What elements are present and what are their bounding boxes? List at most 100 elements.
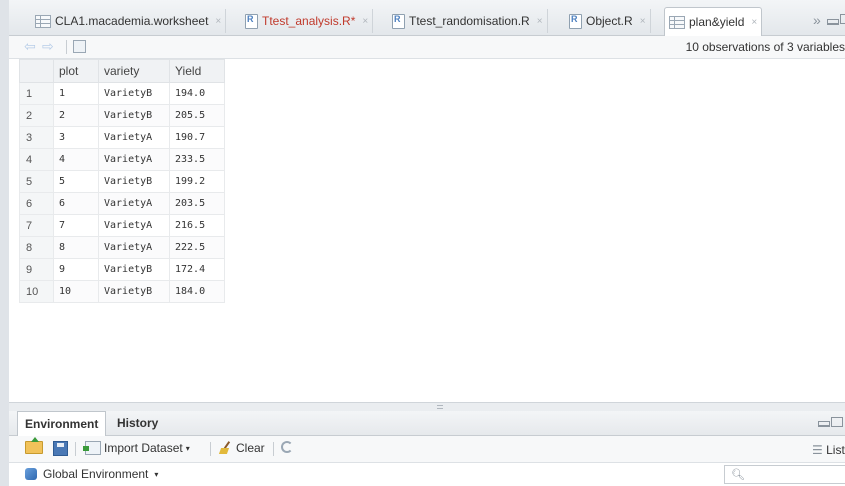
env-status-row: Global Environment ▾ 🔍︎ [9,463,845,486]
cell-plot: 10 [53,280,99,303]
close-icon[interactable]: × [215,16,221,27]
minimize-pane-icon[interactable] [818,421,830,427]
table-header-row: plot variety Yield [19,59,225,83]
row-index-cell: 7 [19,214,54,237]
cell-plot: 8 [53,236,99,259]
spreadsheet-icon [35,14,51,28]
row-index-header [19,59,54,83]
env-tab-bar: Environment History [9,411,845,436]
column-header-yield[interactable]: Yield [169,59,225,83]
splitter-grip-icon [437,405,443,409]
cell-variety: VarietyB [98,258,170,281]
back-arrow-icon[interactable]: ⇦ [24,38,36,55]
save-workspace-button[interactable] [53,441,68,456]
cell-variety: VarietyB [98,82,170,105]
cell-yield: 233.5 [169,148,225,171]
table-row: 6 6 VarietyA 203.5 [19,192,225,215]
row-index-cell: 3 [19,126,54,149]
refresh-button[interactable] [281,441,293,453]
popout-window-icon[interactable] [73,40,86,53]
environment-search-input[interactable]: 🔍︎ [724,465,845,484]
cell-plot: 6 [53,192,99,215]
tab-ttest-randomisation[interactable]: Ttest_randomisation.R × [388,9,548,33]
tab-ttest-analysis[interactable]: Ttest_analysis.R* × [241,9,374,33]
toolbar-divider [66,40,67,54]
maximize-pane-icon[interactable] [840,14,845,24]
load-workspace-button[interactable] [25,437,43,454]
clear-workspace-button[interactable]: Clear [219,441,265,455]
close-icon[interactable]: × [537,16,543,27]
minimize-pane-icon[interactable] [827,19,839,25]
cell-variety: VarietyA [98,148,170,171]
clear-label: Clear [236,441,265,455]
chevron-down-icon: ▾ [185,443,190,453]
tab-object-r[interactable]: Object.R × [565,9,651,33]
list-view-label: List [826,443,845,457]
cell-plot: 5 [53,170,99,193]
environment-selector[interactable]: Global Environment ▾ [25,467,158,481]
cell-yield: 199.2 [169,170,225,193]
cell-yield: 216.5 [169,214,225,237]
cell-plot: 1 [53,82,99,105]
cell-yield: 205.5 [169,104,225,127]
row-index-cell: 4 [19,148,54,171]
table-row: 7 7 VarietyA 216.5 [19,214,225,237]
table-row: 9 9 VarietyB 172.4 [19,258,225,281]
data-table: plot variety Yield 1 1 VarietyB 194.0 2 2 Vari… [19,59,225,303]
spreadsheet-icon [669,15,685,29]
broom-icon [219,441,233,455]
cell-yield: 184.0 [169,280,225,303]
search-icon: 🔍︎ [731,469,745,481]
env-toolbar: Import Dataset ▾ Clear ☰ List▾ [9,436,845,463]
r-file-icon [569,13,582,29]
tab-history[interactable]: History [110,411,165,435]
toolbar-divider [75,442,76,456]
r-environment-icon [25,468,37,480]
tab-label: CLA1.macademia.worksheet [55,14,209,28]
tab-label: Ttest_analysis.R* [262,14,356,28]
cell-variety: VarietyB [98,104,170,127]
cell-variety: VarietyA [98,214,170,237]
tab-cla1-worksheet[interactable]: CLA1.macademia.worksheet × [31,9,227,33]
cell-plot: 7 [53,214,99,237]
table-row: 3 3 VarietyA 190.7 [19,126,225,149]
import-dataset-label: Import Dataset [104,441,183,455]
cell-plot: 3 [53,126,99,149]
table-row: 1 1 VarietyB 194.0 [19,82,225,105]
close-icon[interactable]: × [362,16,368,27]
cell-variety: VarietyB [98,170,170,193]
r-file-icon [392,13,405,29]
close-icon[interactable]: × [640,16,646,27]
cell-yield: 190.7 [169,126,225,149]
cell-plot: 9 [53,258,99,281]
observation-summary: 10 observations of 3 variables [685,40,845,54]
cell-plot: 2 [53,104,99,127]
save-icon [53,441,68,456]
row-index-cell: 2 [19,104,54,127]
view-mode-dropdown[interactable]: ☰ List▾ [812,443,845,457]
open-folder-icon [25,437,43,454]
cell-yield: 222.5 [169,236,225,259]
table-row: 8 8 VarietyA 222.5 [19,236,225,259]
tab-plan-yield[interactable]: plan&yield × [664,7,763,36]
forward-arrow-icon[interactable]: ⇨ [42,38,54,55]
row-index-cell: 5 [19,170,54,193]
tab-environment[interactable]: Environment [17,411,107,436]
column-header-variety[interactable]: variety [98,59,170,83]
column-header-plot[interactable]: plot [53,59,99,83]
maximize-pane-icon[interactable] [831,417,843,427]
table-row: 4 4 VarietyA 233.5 [19,148,225,171]
cell-variety: VarietyA [98,126,170,149]
r-file-icon [245,13,258,29]
tab-label: Object.R [586,14,633,28]
row-index-cell: 8 [19,236,54,259]
tab-label: plan&yield [689,15,745,29]
cell-variety: VarietyA [98,192,170,215]
more-tabs-icon[interactable]: » [813,12,821,28]
toolbar-divider [210,442,211,456]
close-icon[interactable]: × [751,17,757,28]
editor-tab-bar: CLA1.macademia.worksheet × Ttest_analysi… [9,0,845,36]
import-dataset-button[interactable]: Import Dataset ▾ [83,441,190,455]
chevron-down-icon: ▾ [154,469,159,479]
toolbar-divider [273,442,274,456]
